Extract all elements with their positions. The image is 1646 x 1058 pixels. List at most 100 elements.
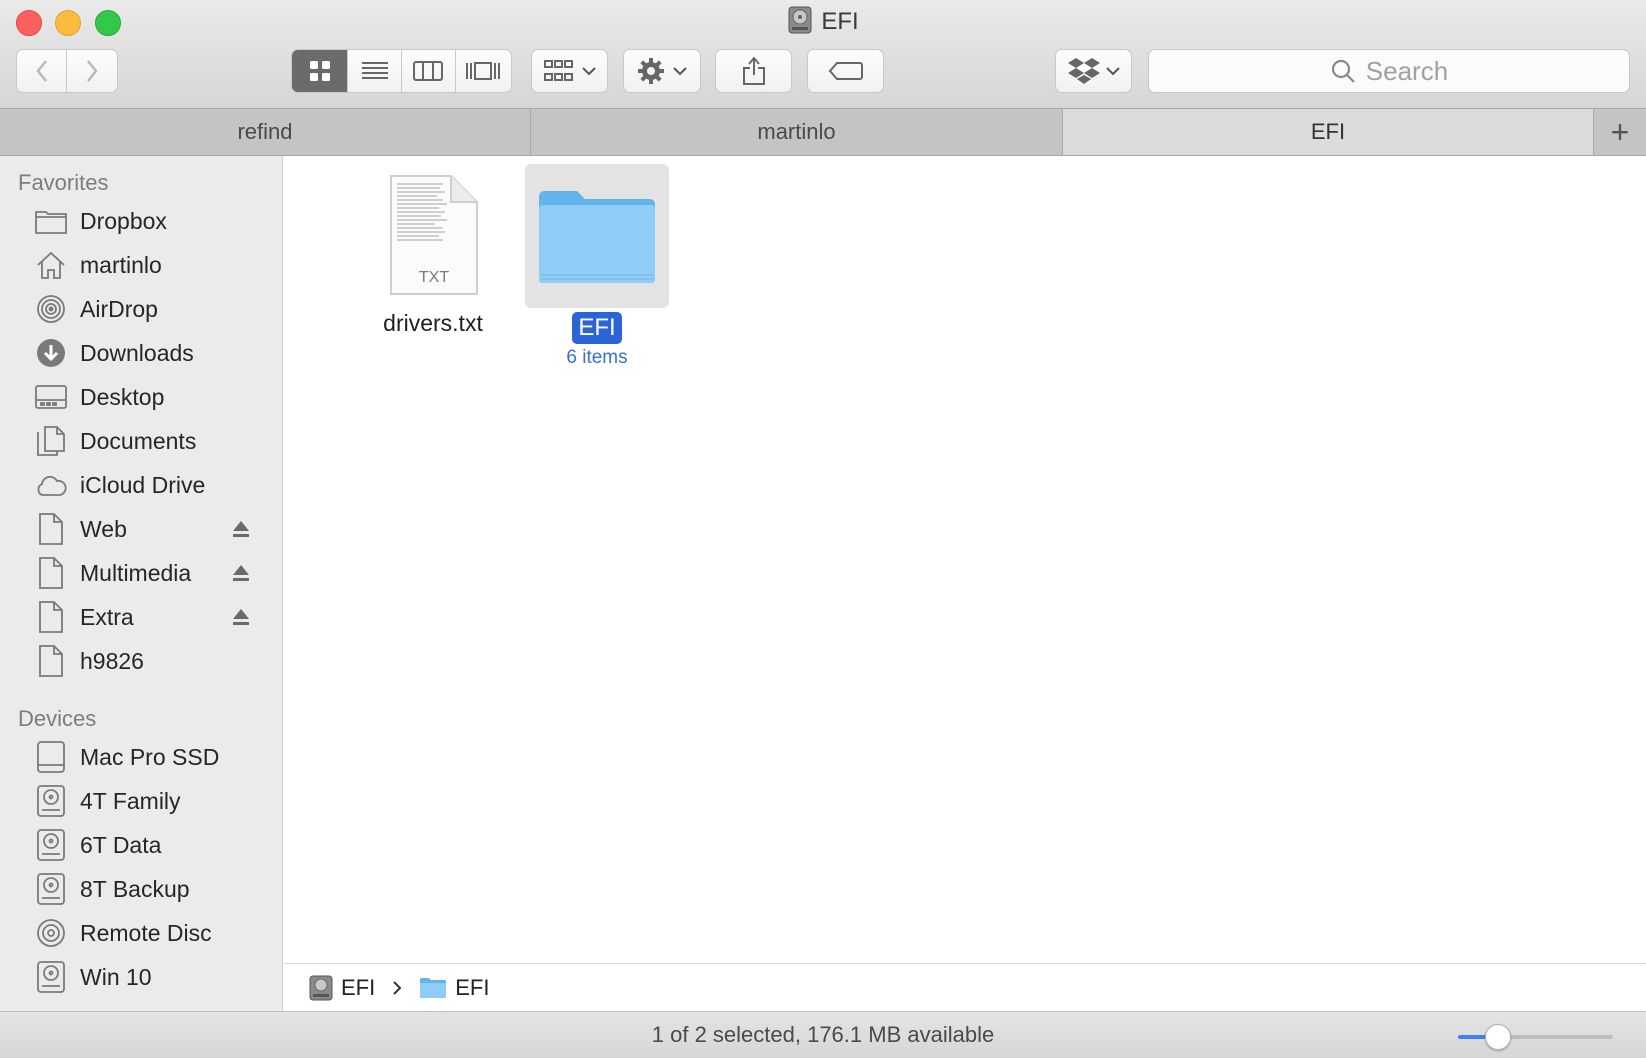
status-text: 1 of 2 selected, 176.1 MB available: [651, 1022, 995, 1047]
folder-item-count: 6 items: [566, 347, 628, 368]
path-bar: EFI EFI: [283, 963, 1646, 1011]
hard-drive-icon: [309, 975, 333, 1000]
sidebar-item-8t-backup[interactable]: 8T Backup: [0, 869, 282, 909]
favorites-header: Favorites: [18, 170, 109, 195]
tab-bar: refind martinlo EFI +: [0, 108, 1646, 156]
file-icon: [35, 601, 67, 633]
sidebar-item-label: Dropbox: [80, 207, 167, 234]
sidebar-item-label: Remote Disc: [80, 919, 212, 946]
window-title-text: EFI: [821, 8, 859, 35]
folder-icon: [35, 205, 67, 237]
action-button[interactable]: [623, 49, 701, 93]
navigation-buttons: [16, 49, 118, 93]
hard-drive-icon: [35, 829, 67, 861]
tab-refind[interactable]: refind: [0, 109, 531, 155]
list-view-button[interactable]: [348, 50, 402, 92]
sidebar-item-win-10[interactable]: Win 10: [0, 957, 282, 997]
hard-drive-icon: [788, 6, 812, 34]
sidebar-item-label: iCloud Drive: [80, 471, 206, 498]
hard-drive-icon: [35, 785, 67, 817]
sidebar: Favorites Dropbox martinlo AirDrop Downl…: [0, 156, 283, 1011]
eject-icon[interactable]: [232, 608, 250, 626]
cover-flow-button[interactable]: [455, 50, 511, 92]
home-icon: [35, 249, 67, 281]
path-segment-volume[interactable]: EFI: [341, 975, 375, 1001]
path-segment-folder[interactable]: EFI: [455, 975, 489, 1001]
sidebar-item-label: h9826: [80, 647, 144, 674]
sidebar-item-mac-pro-ssd[interactable]: Mac Pro SSD: [0, 737, 282, 777]
dropbox-button[interactable]: [1055, 49, 1132, 93]
sidebar-item-documents[interactable]: Documents: [0, 421, 282, 461]
sidebar-item-label: Web: [80, 515, 127, 542]
arrange-button[interactable]: [531, 49, 608, 93]
selection-highlight: [525, 164, 669, 308]
new-tab-button[interactable]: +: [1594, 109, 1646, 155]
tags-button[interactable]: [807, 49, 884, 93]
hard-drive-icon: [35, 873, 67, 905]
sidebar-item-downloads[interactable]: Downloads: [0, 333, 282, 373]
tab-martinlo[interactable]: martinlo: [531, 109, 1063, 155]
disc-icon: [35, 917, 67, 949]
sidebar-item-airdrop[interactable]: AirDrop: [0, 289, 282, 329]
folder-icon: [420, 977, 447, 998]
sidebar-item-label: Extra: [80, 603, 134, 630]
tab-label: refind: [237, 119, 293, 144]
back-button[interactable]: [17, 50, 68, 92]
sidebar-item-label: Mac Pro SSD: [80, 743, 220, 770]
chevron-left-icon: [35, 60, 47, 82]
sidebar-item-icloud-drive[interactable]: iCloud Drive: [0, 465, 282, 505]
arrange-icon: [543, 60, 573, 81]
sidebar-item-label: 8T Backup: [80, 875, 190, 902]
search-placeholder: Search: [1365, 55, 1449, 86]
window-title: EFI: [0, 6, 1646, 37]
sidebar-item-label: 4T Family: [80, 787, 181, 814]
sidebar-item-label: Documents: [80, 427, 197, 454]
sidebar-item-dropbox[interactable]: Dropbox: [0, 201, 282, 241]
tab-label: martinlo: [757, 119, 836, 144]
downloads-icon: [35, 337, 67, 369]
file-icon: [35, 513, 67, 545]
file-icon: [35, 557, 67, 589]
sidebar-item-extra[interactable]: Extra: [0, 597, 282, 637]
file-item[interactable]: TXT drivers.txt: [333, 174, 533, 337]
slider-knob[interactable]: [1484, 1024, 1511, 1050]
airdrop-icon: [35, 293, 67, 325]
documents-icon: [35, 425, 67, 457]
icon-view-button[interactable]: [292, 50, 349, 92]
forward-button[interactable]: [67, 50, 117, 92]
text-file-icon: TXT: [390, 175, 478, 295]
icon-view-icon: [309, 61, 330, 81]
sidebar-item-martinlo[interactable]: martinlo: [0, 245, 282, 285]
sidebar-item-label: 6T Data: [80, 831, 162, 858]
sidebar-item-desktop[interactable]: Desktop: [0, 377, 282, 417]
sidebar-item-label: AirDrop: [80, 295, 158, 322]
ssd-icon: [35, 741, 67, 773]
eject-icon[interactable]: [232, 520, 250, 538]
status-bar: 1 of 2 selected, 176.1 MB available: [0, 1011, 1646, 1058]
column-view-button[interactable]: [402, 50, 456, 92]
share-button[interactable]: [715, 49, 792, 93]
search-field[interactable]: Search: [1148, 49, 1630, 93]
eject-icon[interactable]: [232, 564, 250, 582]
icon-size-slider[interactable]: [1458, 1035, 1613, 1039]
cloud-icon: [35, 469, 67, 501]
tab-efi[interactable]: EFI: [1063, 109, 1594, 155]
folder-name: EFI: [572, 312, 622, 344]
sidebar-item-label: martinlo: [80, 251, 162, 278]
sidebar-item-h9826[interactable]: h9826: [0, 641, 282, 681]
list-view-icon: [361, 62, 388, 79]
sidebar-item-label: Multimedia: [80, 559, 192, 586]
sidebar-item-multimedia[interactable]: Multimedia: [0, 553, 282, 593]
gear-icon: [638, 58, 664, 84]
dropbox-icon: [1067, 58, 1100, 84]
share-icon: [742, 56, 765, 85]
sidebar-item-web[interactable]: Web: [0, 509, 282, 549]
sidebar-item-6t-data[interactable]: 6T Data: [0, 825, 282, 865]
hard-drive-icon: [35, 961, 67, 993]
sidebar-item-label: Downloads: [80, 339, 194, 366]
chevron-down-icon: [673, 67, 687, 76]
sidebar-item-4t-family[interactable]: 4T Family: [0, 781, 282, 821]
finder-window: EFI Search refind martinlo EFI + Favorit…: [0, 0, 1646, 1058]
folder-item[interactable]: EFI 6 items: [525, 164, 669, 369]
sidebar-item-remote-disc[interactable]: Remote Disc: [0, 913, 282, 953]
